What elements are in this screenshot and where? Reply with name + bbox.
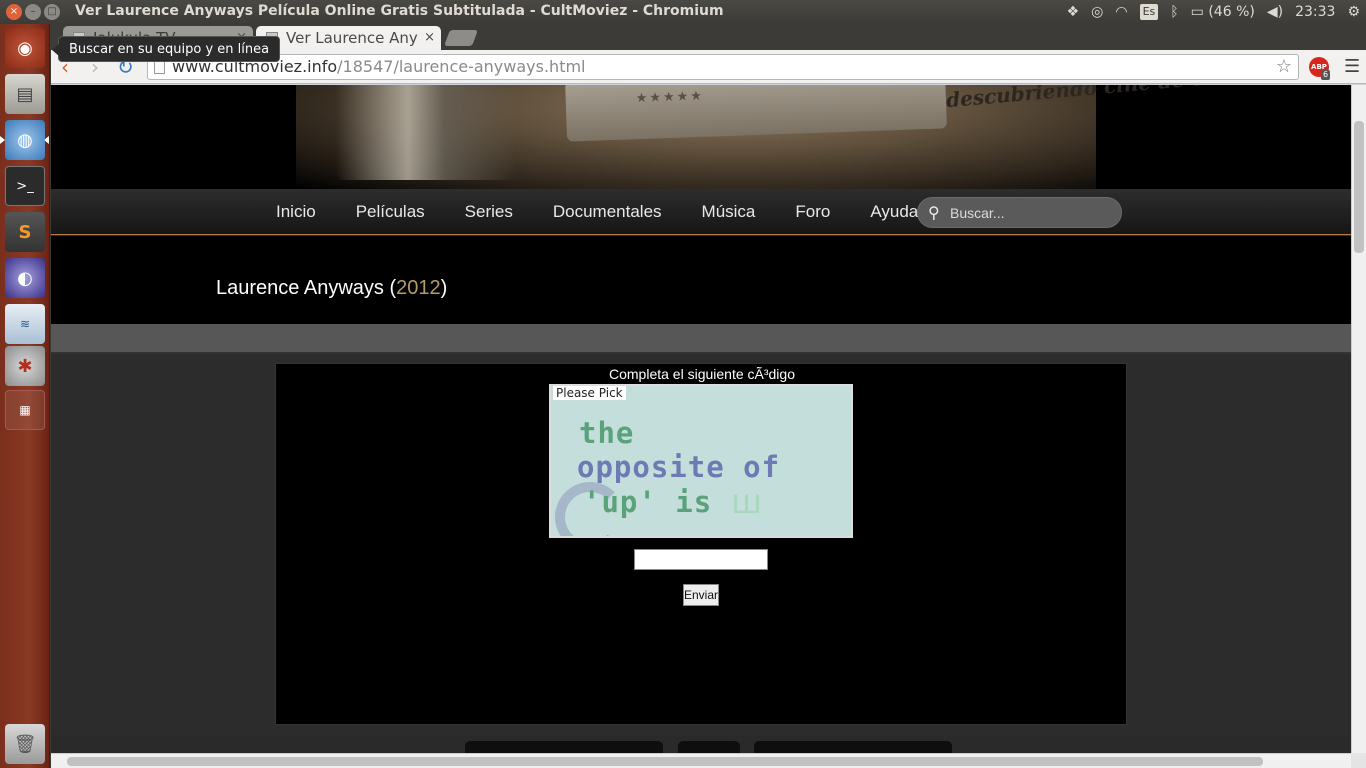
- system-settings-icon[interactable]: ✱: [5, 346, 45, 386]
- volume-icon[interactable]: ◀): [1267, 2, 1283, 22]
- site-navbar: Inicio Películas Series Documentales Mús…: [51, 189, 1351, 235]
- workspace-switcher-icon[interactable]: ▦: [5, 390, 45, 430]
- banner-stars: ★★★★★: [635, 88, 705, 107]
- footer-tab[interactable]: [754, 741, 952, 753]
- captcha-image: Please Pick ш the opposite of 'up' is: [549, 384, 853, 538]
- dash-icon[interactable]: ◉: [5, 28, 45, 68]
- new-tab-button[interactable]: [444, 30, 478, 46]
- browser-window: Jalukula TV × Ver Laurence Any × ‹ › ↻ w…: [51, 24, 1366, 768]
- nav-item-foro[interactable]: Foro: [775, 189, 850, 235]
- site-search: ⚲: [917, 197, 1122, 228]
- dropbox-icon[interactable]: ❖: [1067, 2, 1080, 22]
- tab-close-icon[interactable]: ×: [424, 26, 435, 50]
- vertical-scroll-thumb[interactable]: [1354, 121, 1364, 253]
- address-bar[interactable]: www.cultmoviez.info/18547/laurence-anywa…: [147, 54, 1299, 80]
- clock[interactable]: 23:33: [1295, 2, 1335, 22]
- separator-band: [51, 324, 1351, 354]
- trash-icon[interactable]: 🗑: [5, 724, 45, 764]
- indicator-area: ❖ ◎ ◠ Es ᛒ ▭ (46 %) ◀) 23:33 ⚙: [1067, 2, 1360, 22]
- tab-laurence-anyways[interactable]: Ver Laurence Any ×: [256, 26, 441, 50]
- wifi-icon[interactable]: ◠: [1115, 2, 1127, 22]
- scroll-corner: [1351, 753, 1366, 768]
- battery-icon: ▭: [1190, 4, 1204, 20]
- mysql-workbench-icon[interactable]: ≋: [5, 304, 45, 344]
- captcha-panel: Completa el siguiente cÃ³digo Please Pic…: [275, 363, 1127, 725]
- bookmark-star-icon[interactable]: ☆: [1276, 55, 1292, 79]
- bluetooth-icon[interactable]: ᛒ: [1170, 2, 1178, 22]
- window-close-button[interactable]: ×: [6, 4, 22, 20]
- horizontal-scroll-thumb[interactable]: [67, 757, 1263, 766]
- keyboard-layout-indicator[interactable]: Es: [1139, 4, 1159, 20]
- footer-tab[interactable]: [465, 741, 663, 753]
- movie-title-text: Laurence Anyways: [216, 277, 384, 299]
- footer-band: [51, 735, 1351, 753]
- search-input[interactable]: [950, 202, 1110, 224]
- search-icon: ⚲: [928, 203, 940, 222]
- captcha-noise-glyph: ш: [731, 482, 763, 522]
- captcha-label: Please Pick: [553, 386, 626, 400]
- nav-menu: Inicio Películas Series Documentales Mús…: [256, 189, 938, 235]
- banner-figure: [336, 85, 516, 180]
- battery-percent: (46 %): [1208, 4, 1255, 20]
- nav-item-inicio[interactable]: Inicio: [256, 189, 336, 235]
- adblock-count-badge: 6: [1321, 70, 1331, 80]
- url-path: /18547/laurence-anyways.html: [337, 57, 586, 76]
- vertical-scrollbar[interactable]: [1351, 85, 1366, 753]
- tab-label: Ver Laurence Any: [286, 29, 418, 47]
- captcha-answer-input[interactable]: [634, 549, 768, 570]
- nav-item-peliculas[interactable]: Películas: [336, 189, 445, 235]
- captcha-line: 'up' is: [583, 485, 713, 519]
- site-header: ★★★★★ descubriendo cine de culto: [51, 85, 1351, 189]
- banner-sign: ★★★★★ descubriendo cine de culto: [565, 85, 1249, 142]
- settings-icon[interactable]: ⚙: [1347, 2, 1360, 22]
- files-icon[interactable]: ▤: [5, 74, 45, 114]
- menu-icon[interactable]: ☰: [1344, 56, 1360, 77]
- site-tagline: descubriendo cine de culto: [945, 85, 1249, 113]
- window-title: Ver Laurence Anyways Película Online Gra…: [75, 3, 724, 19]
- captcha-prompt: Completa el siguiente cÃ³digo: [609, 366, 795, 382]
- sync-icon[interactable]: ◎: [1091, 2, 1103, 22]
- nav-item-series[interactable]: Series: [445, 189, 533, 235]
- window-minimize-button[interactable]: –: [25, 4, 41, 20]
- window-controls: × – □: [6, 4, 60, 20]
- footer-tab[interactable]: [678, 741, 740, 753]
- page-title: Laurence Anyways (2012): [216, 277, 448, 299]
- captcha-line: the: [579, 416, 635, 450]
- banner-image: ★★★★★ descubriendo cine de culto: [296, 85, 1249, 189]
- submit-button[interactable]: Enviar: [683, 584, 719, 606]
- page-viewport: ★★★★★ descubriendo cine de culto Inicio …: [51, 85, 1351, 753]
- nav-item-musica[interactable]: Música: [682, 189, 776, 235]
- terminal-icon[interactable]: >_: [5, 166, 45, 206]
- launcher: ◉ ▤ ◍ >_ S ◐ ≋ ✱ ▦ 🗑: [0, 24, 50, 768]
- top-panel: × – □ Ver Laurence Anyways Película Onli…: [0, 0, 1366, 24]
- battery-indicator[interactable]: ▭ (46 %): [1191, 2, 1255, 22]
- title-band: Laurence Anyways (2012): [51, 236, 1351, 324]
- horizontal-scrollbar[interactable]: [51, 753, 1351, 768]
- sublime-text-icon[interactable]: S: [5, 212, 45, 252]
- movie-year[interactable]: 2012: [396, 277, 441, 299]
- window-maximize-button[interactable]: □: [44, 4, 60, 20]
- launcher-tooltip: Buscar en su equipo y en línea: [51, 36, 281, 62]
- nav-item-documentales[interactable]: Documentales: [533, 189, 682, 235]
- eclipse-icon[interactable]: ◐: [5, 258, 45, 298]
- chromium-icon[interactable]: ◍: [5, 120, 45, 160]
- captcha-line: opposite of: [577, 450, 781, 484]
